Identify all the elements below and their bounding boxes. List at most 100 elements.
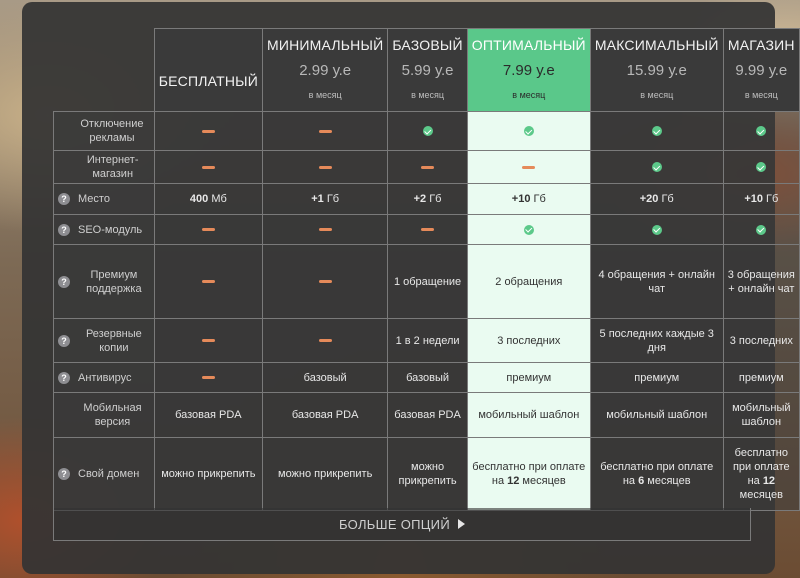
cell-value-bold: 400: [189, 193, 209, 205]
feature-label: Премиум поддержка: [86, 268, 142, 295]
check-icon: [422, 126, 433, 137]
table-cell: бесплатно при оплате на 12 месяцев: [466, 437, 591, 511]
table-cell: базовая PDA: [261, 392, 389, 438]
help-icon[interactable]: ?: [58, 468, 70, 480]
dash-icon: [421, 165, 435, 169]
feature-label: Свой домен: [78, 468, 140, 480]
cell-value-bold: +1: [311, 193, 324, 205]
help-icon[interactable]: ?: [58, 275, 70, 288]
cell-value: месяцев: [644, 475, 691, 487]
feature-label-cell: ? Резервные копии: [53, 318, 155, 363]
plan-name: МАГАЗИН: [727, 37, 795, 53]
table-row: ? Премиум поддержка 1 обращение 2 обращения…: [53, 244, 800, 319]
table-cell: [589, 214, 724, 245]
table-cell: [153, 362, 263, 393]
table-cell: мобильный шаблон: [466, 392, 591, 438]
plan-period: в месяц: [411, 90, 445, 100]
cell-value: базовый: [406, 371, 450, 384]
dash-icon: [201, 165, 215, 169]
cell-value: премиум: [738, 371, 784, 384]
cell-value: Гб: [530, 193, 546, 205]
table-cell: [466, 111, 591, 151]
cell-value: Гб: [323, 193, 340, 205]
table-cell: [153, 150, 263, 184]
cell-value: базовая PDA: [175, 409, 242, 421]
feature-label: SEO-модуль: [78, 223, 143, 236]
dash-icon: [318, 339, 332, 343]
table-cell: +20 Гб: [589, 183, 724, 215]
check-icon: [651, 162, 662, 173]
feature-label-cell: ? Свой домен: [53, 437, 155, 511]
table-cell: [261, 111, 389, 151]
cell-value-bold: +10: [744, 193, 763, 205]
plan-header-0: БЕСПЛАТНЫЙ: [153, 28, 263, 112]
table-cell: [466, 150, 591, 184]
cell-value: 3 последних: [497, 334, 561, 347]
cell-value: премиум: [506, 371, 552, 384]
table-cell: [153, 318, 263, 363]
plan-header-2: БАЗОВЫЙ 5.99 у.е в месяц: [387, 28, 468, 112]
cell-value: 1 в 2 недели: [395, 334, 460, 347]
feature-label-cell: ? Антивирус: [53, 362, 155, 393]
table-cell: 2 обращения: [466, 244, 591, 319]
table-cell: [589, 150, 724, 184]
plan-name: МАКСИМАЛЬНЫЙ: [594, 37, 719, 53]
check-icon: [756, 162, 767, 173]
plan-period: в месяц: [308, 90, 342, 100]
table-cell: можно прикрепить: [261, 437, 389, 511]
cell-value: премиум: [634, 371, 680, 384]
dash-icon: [201, 339, 215, 343]
table-cell: можно прикрепить: [153, 437, 263, 511]
cell-value: можно прикрепить: [161, 468, 256, 480]
cell-value: месяцев: [519, 475, 566, 487]
table-cell: +1 Гб: [261, 183, 389, 215]
help-icon[interactable]: ?: [58, 223, 70, 236]
cell-value: можно прикрепить: [398, 461, 457, 487]
cell-value: 2 обращения: [495, 275, 563, 288]
dash-icon: [201, 280, 215, 284]
table-cell: премиум: [466, 362, 591, 393]
table-row: ? Резервные копии 1 в 2 недели 3 последних 5…: [53, 318, 800, 363]
help-icon[interactable]: ?: [58, 334, 70, 347]
table-cell: [153, 214, 263, 245]
feature-label-cell: ? Место: [53, 183, 155, 215]
help-icon[interactable]: ?: [58, 371, 70, 384]
table-row: ? Свой домен можно прикрепить можно прикреп…: [53, 437, 800, 511]
cell-value: базовый: [303, 371, 347, 384]
feature-label: Место: [78, 193, 110, 205]
cell-value: 1 обращение: [393, 275, 462, 288]
plan-price: 15.99 у.е: [626, 62, 687, 79]
feature-label: Отключение рекламы: [80, 118, 144, 144]
table-cell: премиум: [722, 362, 800, 393]
check-icon: [756, 126, 767, 137]
table-row: Мобильная версия базовая PDA базовая PDA ба…: [53, 392, 800, 438]
cell-value: бесплатно при оплате на: [732, 447, 790, 487]
more-options-button[interactable]: БОЛЬШЕ ОПЦИЙ: [53, 508, 751, 541]
dash-icon: [318, 280, 332, 284]
cell-value: мобильный шаблон: [606, 409, 708, 421]
table-cell: [387, 150, 468, 184]
plan-period: в месяц: [640, 90, 674, 100]
table-corner: [54, 29, 155, 112]
plan-period: в месяц: [744, 90, 778, 100]
check-icon: [651, 126, 662, 137]
feature-label-cell: ? Премиум поддержка: [53, 244, 155, 319]
table-cell: [466, 214, 591, 245]
table-cell: [153, 111, 263, 151]
table-cell: базовый: [387, 362, 468, 393]
table-cell: 3 последних: [466, 318, 591, 363]
help-icon[interactable]: ?: [58, 193, 70, 205]
table-cell: 400 Мб: [153, 183, 263, 215]
plan-period: в месяц: [512, 90, 546, 100]
cell-value-bold: 12: [762, 475, 776, 487]
feature-label-cell: Отключение рекламы: [53, 111, 155, 151]
table-cell: [261, 214, 389, 245]
more-options-label: БОЛЬШЕ ОПЦИЙ: [339, 516, 450, 532]
check-icon: [523, 224, 534, 235]
table-cell: +10 Гб: [466, 183, 591, 215]
table-cell: +10 Гб: [722, 183, 800, 215]
table-cell: 4 обращения + онлайн чат: [589, 244, 724, 319]
plan-price: 2.99 у.е: [299, 62, 352, 79]
plan-name: ОПТИМАЛЬНЫЙ: [471, 37, 586, 53]
table-cell: базовая PDA: [387, 392, 468, 438]
